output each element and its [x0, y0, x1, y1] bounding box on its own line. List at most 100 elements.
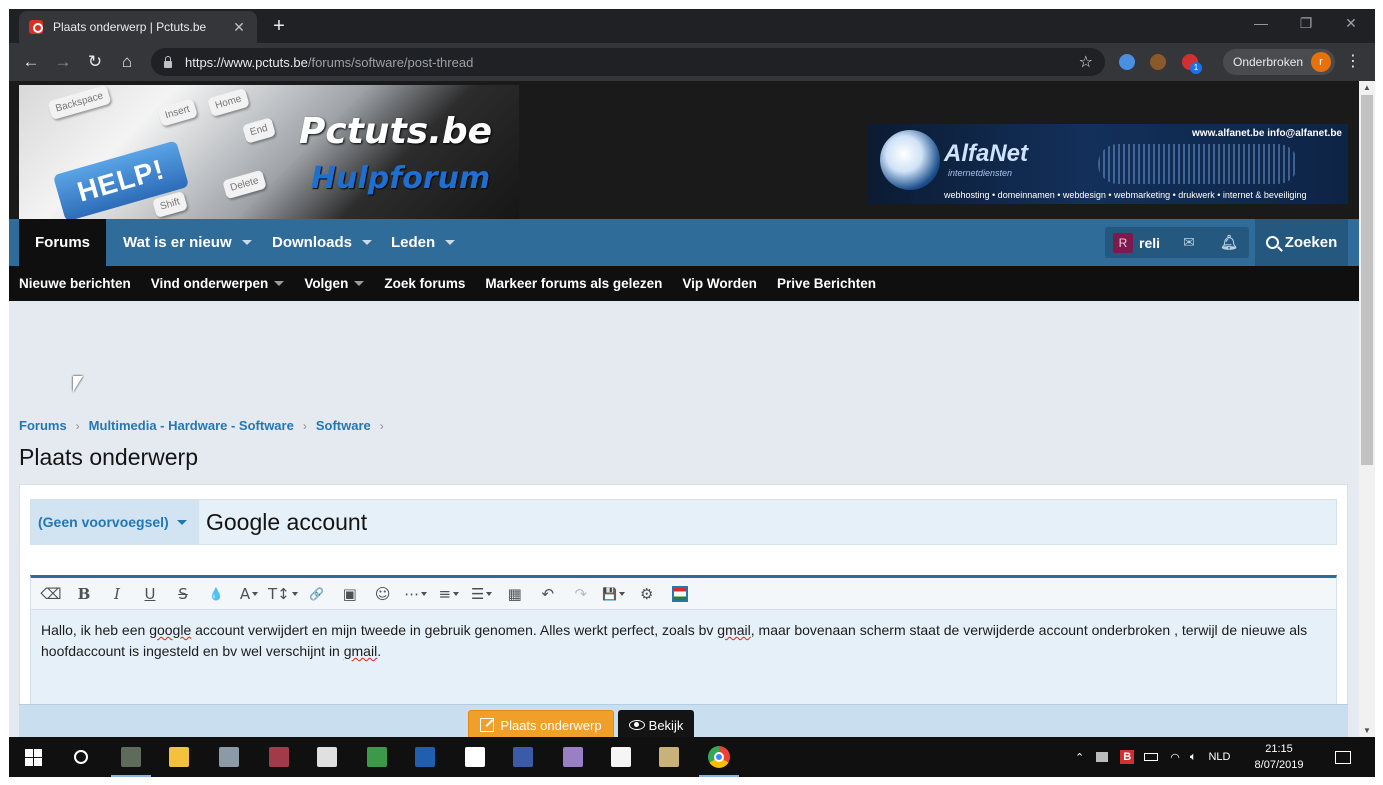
- taskbar-search-icon[interactable]: [57, 737, 105, 777]
- subnav-mark-read[interactable]: Markeer forums als gelezen: [485, 276, 662, 291]
- extension-icon[interactable]: 1: [1182, 54, 1202, 74]
- strikethrough-icon[interactable]: S: [169, 582, 197, 606]
- browser-menu-icon[interactable]: ⋮: [1345, 51, 1361, 71]
- taskbar-app-icon[interactable]: [645, 737, 693, 777]
- italic-icon[interactable]: I: [103, 582, 131, 606]
- site-banner[interactable]: Backspace Insert Home End Delete Shift H…: [19, 85, 519, 219]
- document-icon[interactable]: [451, 737, 499, 777]
- tray-app-icon[interactable]: [1096, 752, 1109, 762]
- eraser-icon[interactable]: ⌫: [37, 582, 65, 606]
- settings-gear-icon[interactable]: ⚙: [633, 582, 661, 606]
- search-button[interactable]: Zoeken: [1255, 219, 1348, 266]
- taskbar-app-icon[interactable]: [353, 737, 401, 777]
- taskbar-app-icon[interactable]: [549, 737, 597, 777]
- new-tab-button[interactable]: +: [267, 15, 291, 39]
- notifications-icon[interactable]: [1319, 737, 1367, 777]
- prefix-dropdown[interactable]: (Geen voorvoegsel): [31, 500, 199, 544]
- subnav-search-forums[interactable]: Zoek forums: [384, 276, 465, 291]
- subnav-vip[interactable]: Vip Worden: [682, 276, 757, 291]
- subnav-new-posts[interactable]: Nieuwe berichten: [19, 276, 131, 291]
- calculator-icon[interactable]: [303, 737, 351, 777]
- browser-tab[interactable]: Plaats onderwerp | Pctuts.be ✕: [19, 11, 257, 43]
- wifi-icon[interactable]: ◠: [1170, 751, 1180, 764]
- nav-tab-whats-new[interactable]: Wat is er nieuw: [107, 219, 268, 266]
- cookie-extension-icon[interactable]: [1150, 54, 1166, 70]
- undo-icon[interactable]: ↶: [534, 582, 562, 606]
- nav-tab-downloads[interactable]: Downloads: [256, 219, 388, 266]
- minimize-icon[interactable]: —: [1249, 15, 1273, 31]
- taskbar-app-icon[interactable]: [205, 737, 253, 777]
- breadcrumb-link[interactable]: Forums: [19, 418, 67, 433]
- tray-app-icon[interactable]: B: [1120, 750, 1135, 764]
- bbcode-toggle-icon[interactable]: [666, 582, 694, 606]
- list-icon[interactable]: ☰: [468, 582, 496, 606]
- mail-extension-icon[interactable]: [1119, 54, 1135, 70]
- home-icon[interactable]: ⌂: [116, 51, 138, 73]
- smilie-icon[interactable]: ☺: [369, 582, 397, 606]
- nav-tab-members[interactable]: Leden: [375, 219, 471, 266]
- post-thread-button[interactable]: Plaats onderwerp: [468, 710, 614, 737]
- table-icon[interactable]: ▦: [501, 582, 529, 606]
- preview-button[interactable]: Bekijk: [618, 710, 694, 737]
- ad-contact: www.alfanet.be info@alfanet.be: [1192, 128, 1342, 139]
- chrome-icon[interactable]: [695, 737, 743, 777]
- scroll-up-icon[interactable]: ▲: [1363, 83, 1371, 92]
- reload-icon[interactable]: ↻: [84, 51, 106, 73]
- chevron-down-icon[interactable]: [445, 240, 456, 245]
- bell-icon[interactable]: 🔔︎: [1209, 227, 1249, 258]
- subnav-label: Vip Worden: [682, 276, 757, 291]
- bold-icon[interactable]: B: [70, 582, 98, 606]
- chevron-down-icon[interactable]: [354, 281, 365, 286]
- user-avatar[interactable]: R: [1113, 232, 1133, 253]
- redo-icon[interactable]: ↷: [567, 582, 595, 606]
- file-explorer-icon[interactable]: [155, 737, 203, 777]
- more-options-icon[interactable]: ⋯: [402, 582, 430, 606]
- battery-icon[interactable]: [1144, 753, 1159, 761]
- image-icon[interactable]: ▣: [336, 582, 364, 606]
- ad-banner[interactable]: AlfaNet internetdiensten www.alfanet.be …: [868, 124, 1348, 204]
- scrollbar-thumb[interactable]: [1361, 95, 1373, 465]
- restore-icon[interactable]: ❐: [1294, 15, 1318, 32]
- forward-arrow-icon[interactable]: →: [52, 51, 74, 73]
- subnav-watched[interactable]: Volgen: [304, 276, 365, 291]
- chevron-down-icon[interactable]: [274, 281, 285, 286]
- chevron-down-icon[interactable]: [362, 240, 373, 245]
- taskbar-app-icon[interactable]: [499, 737, 547, 777]
- chevron-down-icon: [176, 519, 187, 525]
- inbox-icon[interactable]: ✉: [1169, 227, 1209, 258]
- volume-icon[interactable]: 🔈︎: [1190, 751, 1197, 764]
- start-windows-icon[interactable]: [9, 737, 57, 777]
- back-arrow-icon[interactable]: ←: [20, 51, 42, 73]
- font-size-icon[interactable]: T↕: [268, 582, 298, 606]
- close-tab-icon[interactable]: ✕: [231, 19, 247, 36]
- taskbar-clock[interactable]: 21:15 8/07/2019: [1253, 741, 1305, 773]
- page-scrollbar[interactable]: ▲ ▼: [1359, 81, 1375, 737]
- link-icon[interactable]: 🔗: [303, 582, 331, 606]
- scroll-down-icon[interactable]: ▼: [1363, 726, 1371, 735]
- breadcrumb-link[interactable]: Multimedia - Hardware - Software: [89, 418, 294, 433]
- nav-tab-forums[interactable]: Forums: [19, 219, 106, 266]
- taskbar-app-icon[interactable]: [401, 737, 449, 777]
- underline-icon[interactable]: U: [136, 582, 164, 606]
- align-icon[interactable]: ≡: [435, 582, 463, 606]
- secondary-nav: Nieuwe berichten Vind onderwerpen Volgen…: [9, 266, 1359, 301]
- thread-title-input[interactable]: [199, 500, 1336, 544]
- subnav-find-threads[interactable]: Vind onderwerpen: [151, 276, 285, 291]
- address-bar[interactable]: https://www.pctuts.be/forums/software/po…: [151, 48, 1105, 76]
- taskbar-app-icon[interactable]: [107, 737, 155, 777]
- subnav-private-messages[interactable]: Prive Berichten: [777, 276, 876, 291]
- show-hidden-icons-icon[interactable]: ⌃: [1075, 751, 1084, 764]
- drafts-icon[interactable]: 💾: [600, 582, 628, 606]
- font-family-icon[interactable]: A: [235, 582, 263, 606]
- window-close-icon[interactable]: ✕: [1339, 15, 1363, 32]
- document-icon[interactable]: [597, 737, 645, 777]
- breadcrumb-link[interactable]: Software: [316, 418, 371, 433]
- language-indicator[interactable]: NLD: [1208, 751, 1230, 763]
- bookmark-star-icon[interactable]: ☆: [1079, 52, 1093, 72]
- chevron-down-icon[interactable]: [241, 240, 252, 245]
- user-name[interactable]: reli: [1139, 235, 1169, 251]
- taskbar-app-icon[interactable]: [255, 737, 303, 777]
- text-color-icon[interactable]: 💧: [202, 582, 230, 606]
- message-body[interactable]: Hallo, ik heb een google account verwijd…: [31, 610, 1336, 710]
- profile-button[interactable]: Onderbroken r: [1223, 49, 1335, 75]
